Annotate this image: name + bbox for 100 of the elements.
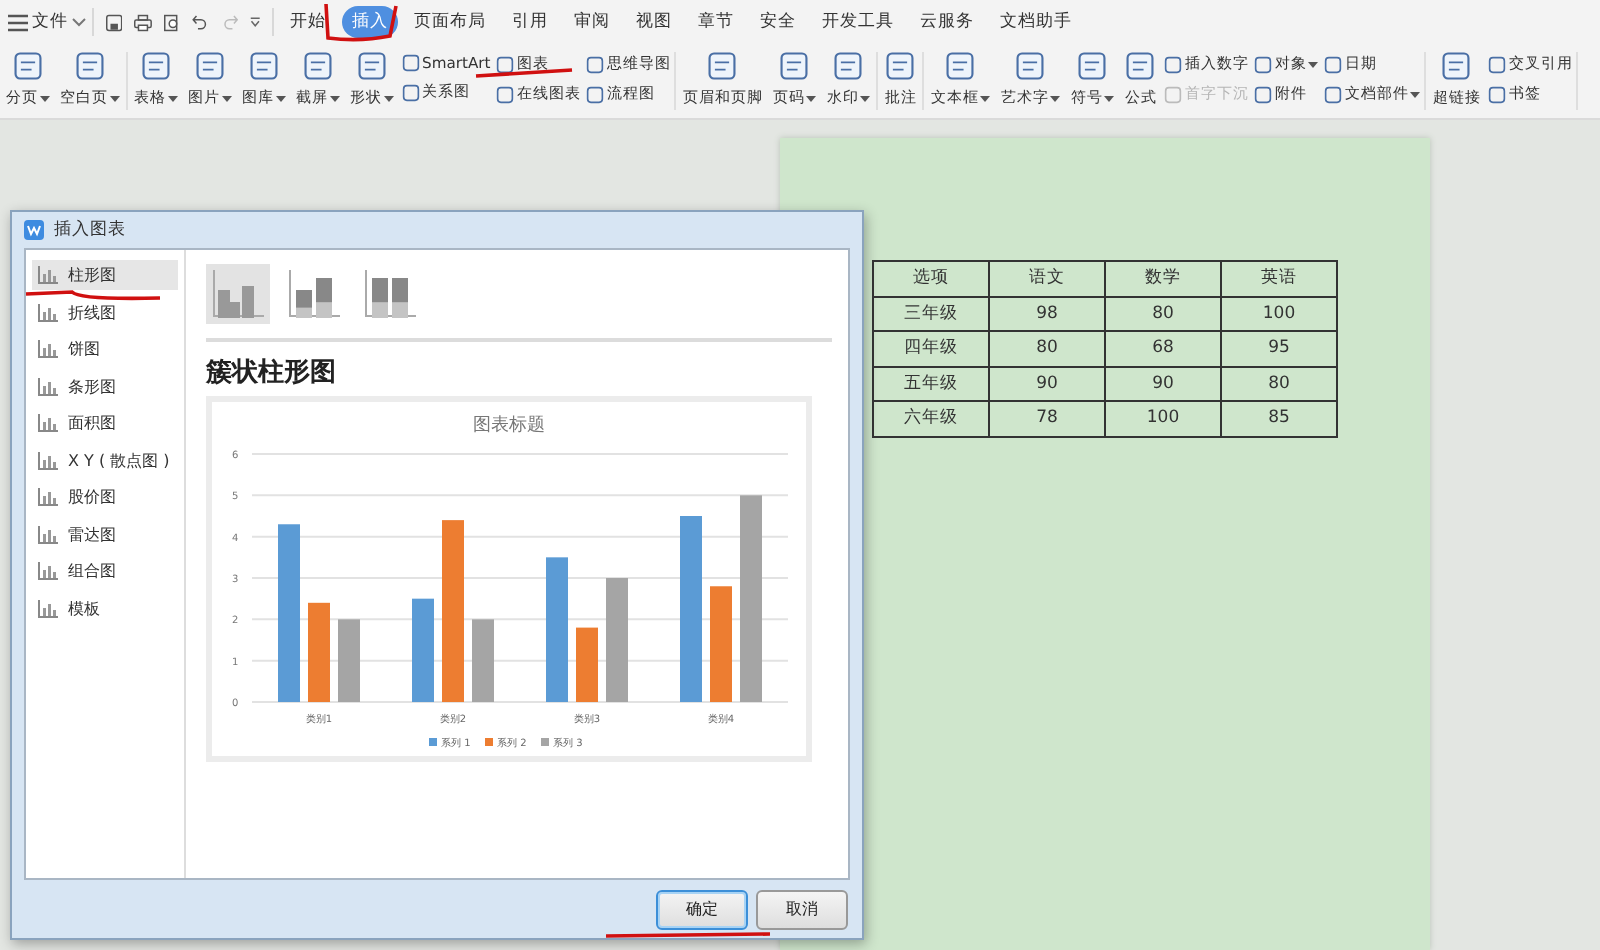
caret-icon (276, 95, 286, 101)
table-cell: 98 (989, 296, 1105, 331)
dialog-button[interactable]: 确定 (656, 889, 748, 929)
square-icon (74, 50, 106, 82)
chart-type-item[interactable]: 面积图 (32, 408, 178, 438)
bar (308, 602, 330, 702)
square-icon (1324, 55, 1343, 73)
square-icon (402, 83, 420, 101)
chart-type-item[interactable]: 股价图 (32, 482, 178, 512)
bar (338, 619, 360, 702)
chart-type-item[interactable]: 条形图 (32, 371, 178, 401)
chart-type-item[interactable]: X Y ( 散点图 ) (32, 445, 178, 475)
table-cell: 四年级 (873, 331, 989, 366)
table-header-cell: 语文 (989, 261, 1105, 296)
chart-icon (38, 414, 58, 432)
table-cell: 六年级 (873, 401, 989, 436)
ribbon-tab[interactable]: 引用 (502, 6, 558, 38)
square-icon (356, 50, 388, 82)
chart-type-item[interactable]: 饼图 (32, 334, 178, 364)
square-icon (586, 85, 605, 103)
legend-swatch (541, 738, 549, 746)
chart-title: 图表标题 (473, 416, 545, 436)
square-icon (944, 50, 977, 82)
table-cell: 三年级 (873, 296, 989, 331)
table-cell: 100 (1221, 296, 1337, 331)
ribbon-tab[interactable]: 开发工具 (812, 6, 904, 38)
annotation-stroke (25, 290, 161, 301)
square-icon (1488, 85, 1507, 103)
chart-icon (38, 488, 58, 506)
square-icon (1124, 50, 1157, 82)
square-icon (1014, 50, 1047, 82)
table-cell: 五年级 (873, 366, 989, 401)
caret-icon (330, 95, 340, 101)
square-icon (496, 85, 515, 103)
caret-icon (222, 95, 232, 101)
chart-icon (38, 303, 58, 321)
save-icon[interactable] (106, 11, 123, 33)
table-cell: 85 (1221, 401, 1337, 436)
ribbon-tab[interactable]: 页面布局 (404, 6, 496, 38)
table-cell: 95 (1221, 331, 1337, 366)
square-icon (496, 55, 515, 73)
chart-icon (38, 599, 58, 617)
square-icon (832, 50, 865, 82)
caret-icon (384, 95, 394, 101)
ribbon-tab[interactable]: 章节 (688, 6, 744, 38)
caret-icon (40, 95, 50, 101)
bar (472, 619, 494, 702)
square-icon (1164, 55, 1183, 73)
undo-icon[interactable] (192, 12, 210, 32)
chart-type-item[interactable]: 模板 (32, 593, 178, 623)
chart-type-item[interactable]: 组合图 (32, 556, 178, 586)
chart-icon (38, 562, 58, 580)
caret-icon (1104, 95, 1115, 101)
caret-icon (860, 95, 871, 101)
chart-type-item[interactable]: 折线图 (32, 297, 178, 327)
table-header-cell: 英语 (1221, 261, 1337, 296)
table-cell: 68 (1105, 331, 1221, 366)
square-icon (12, 50, 44, 82)
table-cell: 80 (989, 331, 1105, 366)
chart-icon (38, 525, 58, 543)
caret-icon (1410, 91, 1421, 97)
annotation-stroke (324, 3, 398, 42)
square-icon (248, 50, 280, 82)
bar-chart-icon (288, 270, 340, 318)
ribbon-tab[interactable]: 云服务 (910, 6, 984, 38)
chart-icon (38, 451, 58, 469)
square-icon (778, 50, 811, 82)
square-icon (1440, 50, 1473, 82)
ribbon-tab[interactable]: 视图 (626, 6, 682, 38)
square-icon (586, 55, 605, 73)
caret-icon (168, 95, 178, 101)
annotation-stroke (475, 68, 573, 78)
square-icon (1324, 85, 1343, 103)
table-cell: 80 (1221, 366, 1337, 401)
caret-icon (806, 95, 817, 101)
dialog-button[interactable]: 取消 (756, 889, 848, 929)
square-icon (140, 50, 172, 82)
table-cell: 90 (989, 366, 1105, 401)
ribbon-tab[interactable]: 安全 (750, 6, 806, 38)
chart-icon (38, 377, 58, 395)
caret-icon (110, 95, 120, 101)
square-icon (194, 50, 226, 82)
square-icon (1488, 55, 1507, 73)
caret-icon (1308, 61, 1319, 67)
file-menu[interactable]: 文件 (0, 8, 94, 36)
chart-subtype-title: 簇状柱形图 (206, 356, 338, 390)
bar (412, 598, 434, 702)
dialog-title: 插入图表 (54, 218, 126, 242)
caret-icon (980, 95, 991, 101)
menu-icon (8, 13, 28, 31)
chart-type-item[interactable]: 雷达图 (32, 519, 178, 549)
more-icon[interactable] (249, 16, 260, 28)
ribbon-tab[interactable]: 开始 (280, 6, 336, 38)
square-icon (706, 50, 739, 82)
square-icon (1254, 55, 1273, 73)
chart-type-item[interactable]: 柱形图 (32, 260, 178, 290)
ribbon-tab[interactable]: 审阅 (564, 6, 620, 38)
ribbon-tab[interactable]: 文档助手 (990, 6, 1082, 38)
table-cell: 90 (1105, 366, 1221, 401)
print-icon[interactable] (134, 11, 153, 33)
